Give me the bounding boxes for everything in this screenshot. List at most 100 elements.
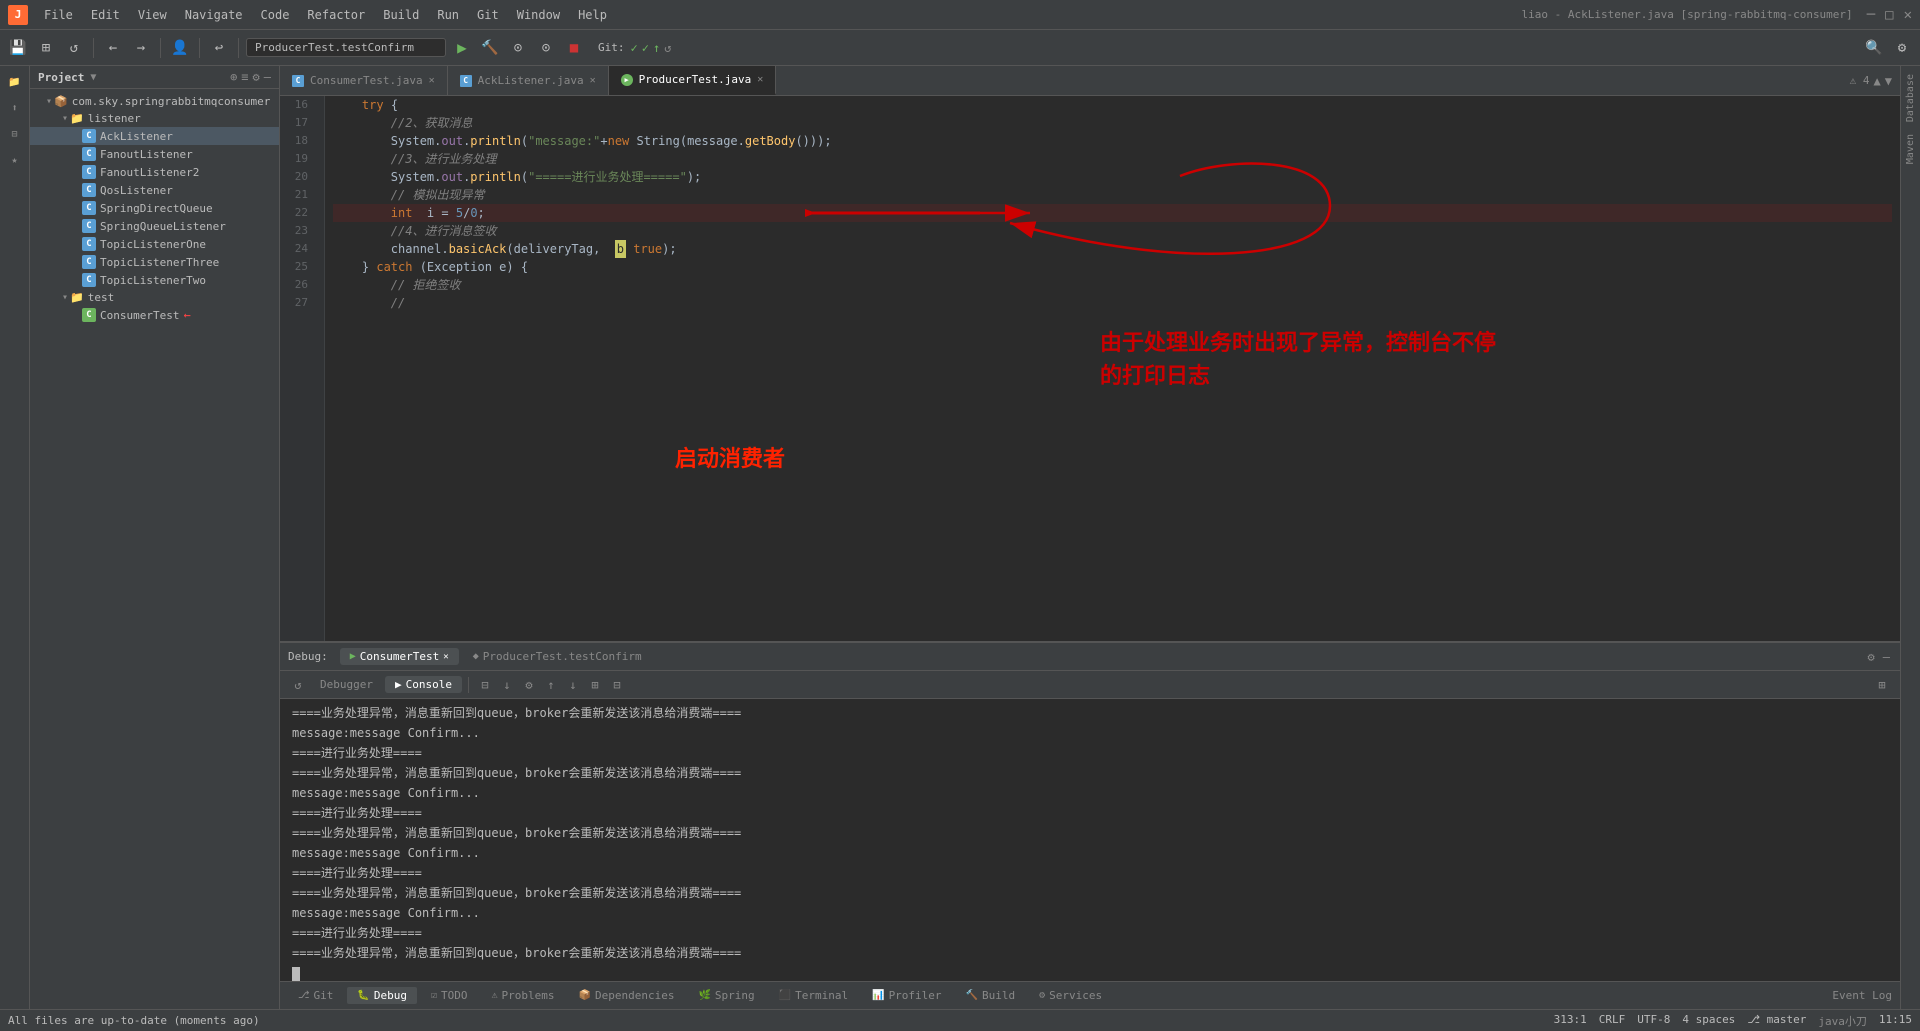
tree-topiclistenertwo[interactable]: C TopicListenerTwo — [30, 271, 279, 289]
btab-spring[interactable]: 🌿 Spring — [688, 987, 764, 1004]
coverage-btn[interactable]: ⊙ — [506, 36, 530, 60]
qoslistener-label: QosListener — [100, 184, 173, 197]
producertest-tab-close[interactable]: ✕ — [757, 74, 763, 85]
acklistener-tab-close[interactable]: ✕ — [590, 75, 596, 86]
maven-icon[interactable]: Maven — [1903, 130, 1918, 168]
scope-icon[interactable]: ⊕ — [230, 70, 237, 84]
save-all-btn[interactable]: ⊞ — [34, 36, 58, 60]
debugger-tab[interactable]: Debugger — [310, 676, 383, 693]
undo-btn[interactable]: ↩ — [207, 36, 231, 60]
project-panel-dropdown[interactable]: ▼ — [90, 72, 96, 83]
debug-minimize-icon[interactable]: — — [1881, 648, 1892, 666]
scroll-end-btn[interactable]: ↓ — [497, 675, 517, 695]
run-config-breadcrumb[interactable]: ProducerTest.testConfirm — [246, 38, 446, 57]
topiclistenertwo-label: TopicListenerTwo — [100, 274, 206, 287]
tree-topiclistenerthree[interactable]: C TopicListenerThree — [30, 253, 279, 271]
scroll-up-icon[interactable]: ▲ — [1874, 74, 1881, 88]
btab-services[interactable]: ⚙ Services — [1029, 987, 1112, 1004]
event-log-btn[interactable]: Event Log — [1832, 989, 1892, 1002]
scroll-down-icon[interactable]: ▼ — [1885, 74, 1892, 88]
debug-settings-icon[interactable]: ⚙ — [1866, 648, 1877, 666]
consumertest-debug-tab-close[interactable]: ✕ — [443, 652, 448, 662]
database-icon[interactable]: Database — [1903, 70, 1918, 126]
tree-fanoutlistener2[interactable]: C FanoutListener2 — [30, 163, 279, 181]
menu-help[interactable]: Help — [570, 5, 615, 25]
menu-window[interactable]: Window — [509, 5, 568, 25]
btab-debug[interactable]: 🐛 Debug — [347, 987, 417, 1004]
menu-refactor[interactable]: Refactor — [299, 5, 373, 25]
menu-run[interactable]: Run — [429, 5, 467, 25]
menu-file[interactable]: File — [36, 5, 81, 25]
tree-topiclistenerone[interactable]: C TopicListenerOne — [30, 235, 279, 253]
btab-terminal[interactable]: ⬛ Terminal — [769, 987, 858, 1004]
maximize-btn[interactable]: □ — [1885, 7, 1893, 23]
back-btn[interactable]: ← — [101, 36, 125, 60]
settings-btn[interactable]: ⚙ — [1890, 36, 1914, 60]
layout-btn[interactable]: ⊞ — [1872, 675, 1892, 695]
debug-btn3[interactable]: ⊟ — [607, 675, 627, 695]
producertest-tab-label: ProducerTest.java — [639, 73, 752, 86]
tree-springqueuelistener[interactable]: C SpringQueueListener — [30, 217, 279, 235]
consumertest-tab-close[interactable]: ✕ — [429, 75, 435, 86]
search-everywhere-btn[interactable]: 🔍 — [1862, 36, 1886, 60]
btab-todo[interactable]: ☑ TODO — [421, 987, 478, 1004]
debug-tab-producertest[interactable]: ◆ ProducerTest.testConfirm — [463, 648, 652, 665]
tree-consumertest[interactable]: C ConsumerTest ← — [30, 306, 279, 324]
tree-test-folder[interactable]: ▾ 📁 test — [30, 289, 279, 306]
build-btn[interactable]: 🔨 — [478, 36, 502, 60]
tab-acklistener[interactable]: C AckListener.java ✕ — [448, 66, 609, 95]
tree-package[interactable]: ▾ 📦 com.sky.springrabbitmqconsumer — [30, 93, 279, 110]
project-icon[interactable]: 📁 — [3, 70, 27, 94]
menu-edit[interactable]: Edit — [83, 5, 128, 25]
editor-content[interactable]: 16 17 18 19 20 21 22 23 24 25 26 27 — [280, 96, 1900, 641]
tree-fanoutlistener[interactable]: C FanoutListener — [30, 145, 279, 163]
btab-profiler[interactable]: 📊 Profiler — [862, 987, 951, 1004]
cursor-position[interactable]: 313:1 — [1554, 1013, 1587, 1029]
profile-btn[interactable]: ⊙ — [534, 36, 558, 60]
btab-dependencies[interactable]: 📦 Dependencies — [569, 987, 685, 1004]
btab-build[interactable]: 🔨 Build — [956, 987, 1026, 1004]
tab-consumertest[interactable]: C ConsumerTest.java ✕ — [280, 66, 448, 95]
git-refresh-icon[interactable]: ↺ — [664, 41, 671, 55]
up-btn[interactable]: ↑ — [541, 675, 561, 695]
nav-btn[interactable]: 👤 — [168, 36, 192, 60]
forward-btn[interactable]: → — [129, 36, 153, 60]
menu-view[interactable]: View — [130, 5, 175, 25]
menu-build[interactable]: Build — [375, 5, 427, 25]
encoding[interactable]: UTF-8 — [1637, 1013, 1670, 1029]
indent-setting[interactable]: 4 spaces — [1682, 1013, 1735, 1029]
settings-btn2[interactable]: ⚙ — [519, 675, 539, 695]
stop-btn[interactable]: ■ — [562, 36, 586, 60]
tab-producertest[interactable]: ▶ ProducerTest.java ✕ — [609, 66, 777, 95]
gear-icon[interactable]: ⚙ — [253, 70, 260, 84]
debug-btn2[interactable]: ⊞ — [585, 675, 605, 695]
settings-icon[interactable]: ≡ — [241, 70, 248, 84]
structure-icon[interactable]: ⊟ — [3, 122, 27, 146]
tree-springdirectqueue[interactable]: C SpringDirectQueue — [30, 199, 279, 217]
close-btn[interactable]: ✕ — [1904, 7, 1912, 23]
tree-qoslistener[interactable]: C QosListener — [30, 181, 279, 199]
btab-problems[interactable]: ⚠ Problems — [482, 987, 565, 1004]
git-branch[interactable]: ⎇ master — [1747, 1013, 1806, 1029]
code-view[interactable]: try { //2、获取消息 System.out.println("messa… — [325, 96, 1900, 641]
console-tab[interactable]: ▶ Console — [385, 676, 462, 693]
tree-listener-folder[interactable]: ▾ 📁 listener — [30, 110, 279, 127]
commit-icon[interactable]: ⬆ — [3, 96, 27, 120]
down-btn[interactable]: ↓ — [563, 675, 583, 695]
menu-git[interactable]: Git — [469, 5, 507, 25]
console-output[interactable]: ====业务处理异常，消息重新回到queue，broker会重新发送该消息给消费… — [280, 699, 1900, 981]
favorites-icon[interactable]: ★ — [3, 148, 27, 172]
run-btn[interactable]: ▶ — [450, 36, 474, 60]
debug-restart-btn[interactable]: ↺ — [288, 675, 308, 695]
minimize-btn[interactable]: ─ — [1867, 7, 1875, 23]
refresh-btn[interactable]: ↺ — [62, 36, 86, 60]
btab-git[interactable]: ⎇ Git — [288, 987, 343, 1004]
line-ending[interactable]: CRLF — [1599, 1013, 1626, 1029]
save-btn[interactable]: 💾 — [6, 36, 30, 60]
debug-tab-consumertest[interactable]: ▶ ConsumerTest ✕ — [340, 648, 459, 665]
tree-acklistener[interactable]: C AckListener — [30, 127, 279, 145]
clear-console-btn[interactable]: ⊟ — [475, 675, 495, 695]
menu-code[interactable]: Code — [253, 5, 298, 25]
close-panel-icon[interactable]: — — [264, 70, 271, 84]
menu-navigate[interactable]: Navigate — [177, 5, 251, 25]
